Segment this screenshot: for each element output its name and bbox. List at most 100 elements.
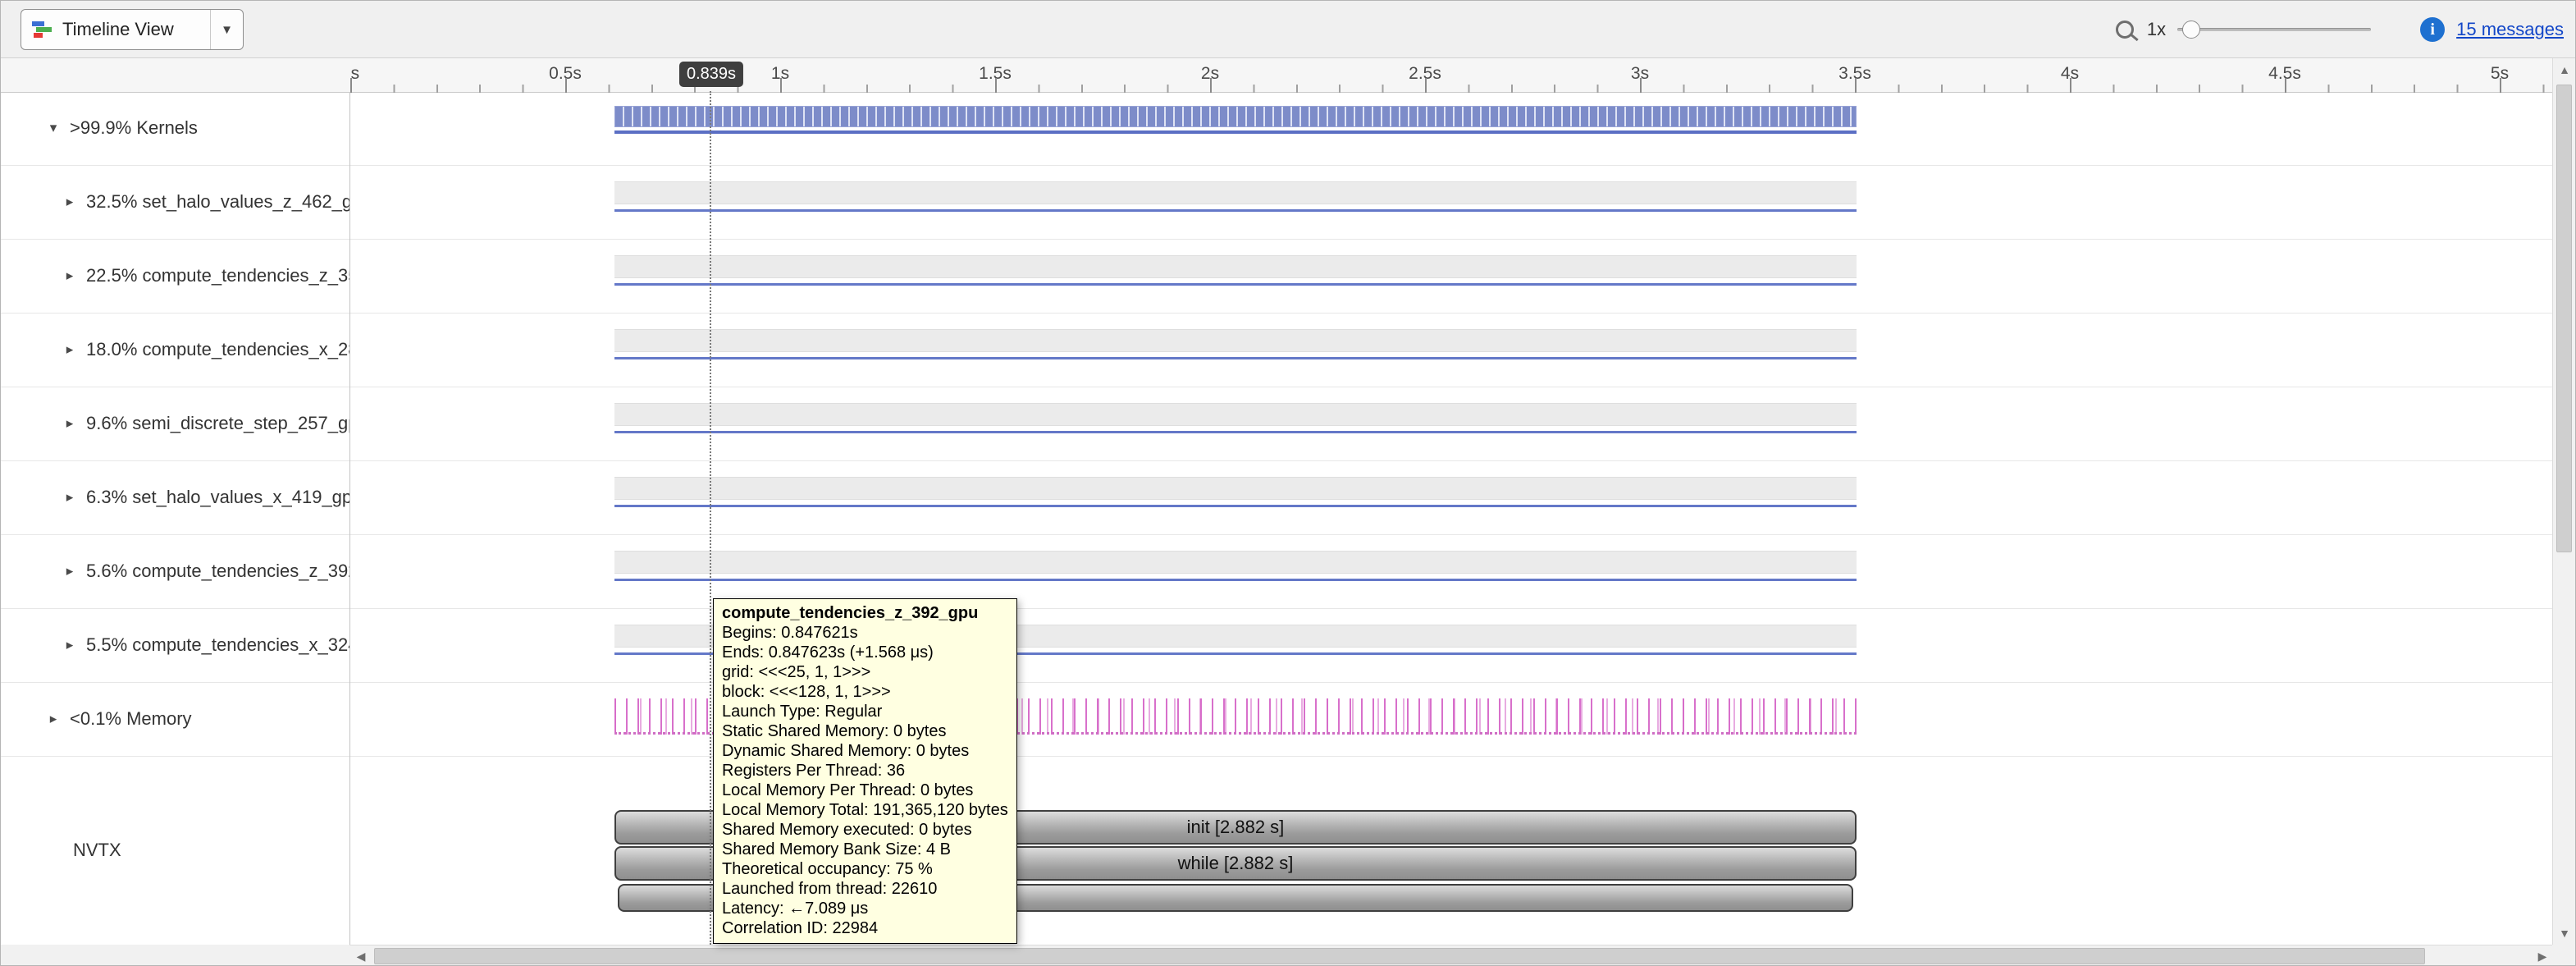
tick-label: 1.5s xyxy=(979,64,1012,84)
track-band xyxy=(614,403,1857,426)
scroll-left-icon[interactable]: ◀ xyxy=(349,945,372,966)
zoom-magnifier-icon xyxy=(2116,21,2134,39)
kernels-summary-line[interactable] xyxy=(614,130,1857,134)
chevron-right-icon[interactable]: ▸ xyxy=(60,415,80,432)
chevron-right-icon[interactable]: ▸ xyxy=(60,563,80,579)
chevron-right-icon[interactable]: ▸ xyxy=(60,194,80,210)
scroll-down-icon[interactable]: ▼ xyxy=(2553,922,2576,945)
tooltip-line: Registers Per Thread: 36 xyxy=(722,761,1008,781)
chevron-right-icon[interactable]: ▸ xyxy=(43,711,63,727)
tick-label: 4.5s xyxy=(2268,64,2301,84)
messages-link[interactable]: 15 messages xyxy=(2456,19,2564,40)
nvtx-range-while-label: while [2.882 s] xyxy=(1178,853,1294,874)
track-band xyxy=(614,329,1857,352)
tooltip-line: grid: <<<25, 1, 1>>> xyxy=(722,662,1008,682)
vertical-scrollbar-thumb[interactable] xyxy=(2556,85,2572,552)
horizontal-scrollbar-thumb[interactable] xyxy=(374,948,2425,964)
tick-label: 1s xyxy=(771,64,789,84)
track-row-semi-discrete-step[interactable]: ▸ 9.6% semi_discrete_step_257_gpu xyxy=(1,387,349,460)
tooltip-line: Latency: ←7.089 μs xyxy=(722,899,1008,918)
track-row-compute-tendencies-x-324[interactable]: ▸ 5.5% compute_tendencies_x_324_gpu xyxy=(1,608,349,682)
info-icon[interactable]: i xyxy=(2420,17,2445,42)
scroll-up-icon[interactable]: ▲ xyxy=(2553,58,2576,81)
kernel-events-bar[interactable] xyxy=(614,357,1857,359)
tooltip-line: Shared Memory executed: 0 bytes xyxy=(722,820,1008,840)
track-row-compute-tendencies-x-286[interactable]: ▸ 18.0% compute_tendencies_x_286_gpu xyxy=(1,313,349,387)
chevron-down-icon[interactable]: ▾ xyxy=(43,120,63,136)
track-row-set-halo-values-x[interactable]: ▸ 6.3% set_halo_values_x_419_gpu xyxy=(1,460,349,534)
tooltip-line: Correlation ID: 22984 xyxy=(722,918,1008,938)
row-separator xyxy=(1,682,2554,683)
track-row-memory[interactable]: ▸ <0.1% Memory xyxy=(1,682,349,756)
tooltip-title: compute_tendencies_z_392_gpu xyxy=(722,603,1008,623)
tick-label: 5s xyxy=(2491,64,2509,84)
tooltip-line: Theoretical occupancy: 75 % xyxy=(722,859,1008,879)
kernel-events-bar[interactable] xyxy=(614,505,1857,507)
tick-label: 2.5s xyxy=(1409,64,1441,84)
kernel-events-bar[interactable] xyxy=(614,209,1857,212)
kernels-summary-bar[interactable] xyxy=(614,106,1857,127)
track-row-nvtx[interactable]: NVTX xyxy=(1,756,349,945)
zoom-level-label: 1x xyxy=(2147,19,2166,40)
track-row-kernels[interactable]: ▾ >99.9% Kernels xyxy=(1,91,349,165)
tooltip-line: Ends: 0.847623s (+1.568 μs) xyxy=(722,643,1008,662)
track-label: 9.6% semi_discrete_step_257_gpu xyxy=(86,413,349,434)
toolbar-right-cluster: 1x i 15 messages xyxy=(2116,1,2564,58)
chevron-right-icon[interactable]: ▸ xyxy=(60,637,80,653)
zoom-slider[interactable] xyxy=(2177,19,2371,40)
kernel-events-bar[interactable] xyxy=(614,283,1857,286)
tooltip-line: Local Memory Total: 191,365,120 bytes xyxy=(722,800,1008,820)
zoom-slider-track[interactable] xyxy=(2177,28,2371,31)
tick-label: 2s xyxy=(1201,64,1219,84)
panel-divider xyxy=(349,58,350,945)
track-band xyxy=(614,181,1857,204)
chevron-down-icon[interactable]: ▼ xyxy=(210,10,243,49)
view-selector-label: Timeline View xyxy=(62,19,210,40)
track-label-nvtx: NVTX xyxy=(73,840,121,861)
time-ruler: 0s 0.5s 1s 1.5s 2s 2.5s 3s 3.5s 4s 4.5s … xyxy=(1,58,2576,93)
scrollbar-corner xyxy=(2552,945,2575,966)
track-label-kernels: >99.9% Kernels xyxy=(70,117,198,139)
view-selector-dropdown[interactable]: Timeline View ▼ xyxy=(21,9,244,50)
tick-label: 3s xyxy=(1631,64,1649,84)
track-label-memory: <0.1% Memory xyxy=(70,708,192,730)
tooltip-line: Launch Type: Regular xyxy=(722,702,1008,721)
tooltip-line: Static Shared Memory: 0 bytes xyxy=(722,721,1008,741)
time-ruler-scale: 0s 0.5s 1s 1.5s 2s 2.5s 3s 3.5s 4s 4.5s … xyxy=(350,58,2554,93)
row-separator xyxy=(1,239,2554,240)
zoom-slider-thumb[interactable] xyxy=(2182,21,2200,39)
track-label: 6.3% set_halo_values_x_419_gpu xyxy=(86,487,349,508)
timeline-view-icon xyxy=(31,19,53,40)
track-row-compute-tendencies-z-392[interactable]: ▸ 5.6% compute_tendencies_z_392_gpu xyxy=(1,534,349,608)
track-row-compute-tendencies-z-354[interactable]: ▸ 22.5% compute_tendencies_z_354_gpu xyxy=(1,239,349,313)
tick-label: 0s xyxy=(350,64,359,84)
tick-label: 3.5s xyxy=(1838,64,1871,84)
scroll-right-icon[interactable]: ▶ xyxy=(2531,945,2554,966)
info-icon-glyph: i xyxy=(2430,21,2435,39)
track-label: 32.5% set_halo_values_z_462_gpu xyxy=(86,191,349,213)
chevron-right-icon[interactable]: ▸ xyxy=(60,489,80,506)
tooltip-line: Shared Memory Bank Size: 4 B xyxy=(722,840,1008,859)
horizontal-scrollbar[interactable]: ◀ ▶ xyxy=(349,945,2554,966)
tooltip-line: Launched from thread: 22610 xyxy=(722,879,1008,899)
tooltip-line: Begins: 0.847621s xyxy=(722,623,1008,643)
track-label: 22.5% compute_tendencies_z_354_gpu xyxy=(86,265,349,286)
vertical-scrollbar[interactable]: ▲ ▼ xyxy=(2552,58,2575,945)
row-separator xyxy=(1,460,2554,461)
tick-label: 0.5s xyxy=(549,64,582,84)
kernel-events-bar[interactable] xyxy=(614,579,1857,581)
time-cursor-line[interactable] xyxy=(710,91,711,945)
kernel-events-bar[interactable] xyxy=(614,431,1857,433)
tooltip-line: block: <<<128, 1, 1>>> xyxy=(722,682,1008,702)
tooltip-line: Dynamic Shared Memory: 0 bytes xyxy=(722,741,1008,761)
track-label: 18.0% compute_tendencies_x_286_gpu xyxy=(86,339,349,360)
chevron-right-icon[interactable]: ▸ xyxy=(60,268,80,284)
row-separator xyxy=(1,165,2554,166)
chevron-right-icon[interactable]: ▸ xyxy=(60,341,80,358)
track-label: 5.6% compute_tendencies_z_392_gpu xyxy=(86,561,349,582)
time-cursor-badge[interactable]: 0.839s xyxy=(679,62,743,87)
row-separator xyxy=(1,313,2554,314)
track-row-set-halo-values-z[interactable]: ▸ 32.5% set_halo_values_z_462_gpu xyxy=(1,165,349,239)
row-separator xyxy=(1,534,2554,535)
toolbar: Timeline View ▼ 1x i 15 messages xyxy=(1,1,2576,58)
